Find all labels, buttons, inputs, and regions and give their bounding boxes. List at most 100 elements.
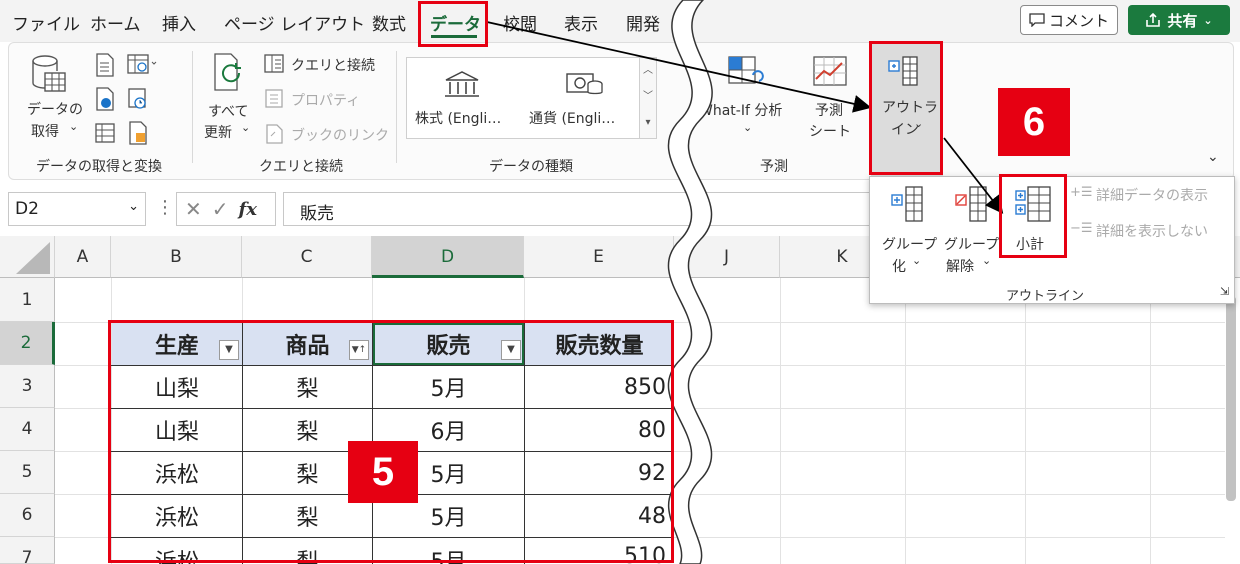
queries-group-title: クエリと接続 (259, 159, 343, 175)
forecast-group-title: 予測 (760, 159, 788, 175)
outline-settings-launcher-icon[interactable]: ⇲ (1220, 285, 1229, 298)
queries-connections-label[interactable]: クエリと接続 (291, 55, 375, 75)
comment-icon (1029, 13, 1045, 27)
properties-icon (265, 89, 283, 108)
from-table-icon[interactable] (94, 87, 116, 111)
get-data-chevron-icon[interactable]: ⌄ (69, 120, 78, 133)
get-data-icon (32, 55, 66, 92)
ungroup-label-1[interactable]: グループ (944, 234, 999, 254)
tab-developer[interactable]: 開発 (626, 10, 660, 35)
column-header-d[interactable]: D (372, 236, 524, 278)
row-header-3[interactable]: 3 (0, 365, 55, 408)
currency-icon (566, 73, 603, 95)
collapse-ribbon-chevron-icon[interactable]: ⌄ (1207, 149, 1219, 165)
column-header-e[interactable]: E (524, 236, 674, 278)
ungroup-chevron-icon[interactable]: ⌄ (982, 254, 991, 267)
name-box[interactable]: D2 ⌄ (8, 192, 146, 226)
what-if-analysis-label[interactable]: What-If 分析 (699, 100, 782, 120)
column-header-b[interactable]: B (111, 236, 242, 278)
row-header-7[interactable]: 7 (0, 537, 55, 564)
row-header-6[interactable]: 6 (0, 494, 55, 537)
row-header-1[interactable]: 1 (0, 278, 55, 322)
hide-detail-label: 詳細を表示しない (1096, 224, 1208, 240)
name-box-chevron-icon[interactable]: ⌄ (128, 199, 139, 214)
stocks-data-type[interactable]: 株式 (Engli… (415, 108, 501, 128)
tab-review[interactable]: 校閲 (503, 10, 537, 35)
gridline (905, 278, 906, 564)
name-box-value: D2 (15, 199, 39, 219)
group-separator (192, 51, 193, 163)
what-if-analysis-icon (728, 56, 764, 84)
refresh-all-label-1[interactable]: すべて (208, 101, 248, 121)
forecast-sheet-label-2[interactable]: シート (809, 121, 851, 141)
outline-group-title: アウトライン (1006, 289, 1085, 304)
select-all-triangle-icon (16, 242, 50, 274)
group-label-2[interactable]: 化 (892, 256, 906, 276)
comments-label: コメント (1048, 11, 1109, 30)
row-header-2[interactable]: 2 (0, 322, 55, 365)
vertical-scrollbar-thumb[interactable] (1226, 296, 1236, 501)
properties-label: プロパティ (291, 93, 361, 109)
row-header-5[interactable]: 5 (0, 451, 55, 494)
share-label: 共有 (1167, 11, 1198, 30)
tab-page-layout[interactable]: ページ レイアウト (224, 10, 365, 35)
ungroup-icon (955, 186, 987, 222)
share-dropdown-chevron-icon[interactable]: ⌄ (1203, 14, 1212, 27)
highlight-subtotal-button (999, 174, 1067, 258)
column-header-j[interactable]: J (674, 236, 780, 278)
insert-function-icon[interactable]: fx (239, 199, 257, 220)
step-badge-6: 6 (998, 88, 1070, 156)
show-detail-icon: +☰ (1070, 185, 1093, 200)
group-label-1[interactable]: グループ (882, 234, 937, 254)
currency-data-type[interactable]: 通貨 (Engli… (529, 108, 615, 128)
show-detail-label: 詳細データの表示 (1096, 188, 1208, 204)
edit-links-icon (266, 124, 283, 144)
tab-home[interactable]: ホーム (90, 10, 141, 35)
get-data-label-2[interactable]: 取得 (31, 121, 59, 141)
column-header-c[interactable]: C (242, 236, 372, 278)
select-all-corner[interactable] (0, 236, 55, 278)
recent-sources-icon[interactable] (127, 87, 149, 111)
more-options-icon[interactable]: ⋮ (156, 197, 174, 218)
group-separator (396, 51, 397, 163)
tab-insert[interactable]: 挿入 (162, 10, 196, 35)
gridline (780, 278, 781, 564)
refresh-all-icon (214, 53, 241, 91)
gridline (1150, 278, 1151, 564)
from-web-icon[interactable] (127, 53, 157, 77)
tab-file[interactable]: ファイル (12, 10, 80, 35)
row-header-4[interactable]: 4 (0, 408, 55, 451)
get-data-label-1[interactable]: データの (27, 99, 83, 119)
from-range-icon[interactable] (94, 121, 116, 145)
ungroup-label-2[interactable]: 解除 (946, 256, 974, 276)
enter-icon[interactable]: ✓ (212, 197, 229, 221)
data-types-gallery: 株式 (Engli… 通貨 (Engli… (406, 57, 654, 139)
refresh-chevron-icon[interactable]: ⌄ (241, 121, 250, 134)
stocks-icon (445, 71, 479, 97)
share-button[interactable]: 共有 ⌄ (1128, 5, 1230, 35)
edit-links-label: ブックのリンク (291, 128, 389, 144)
tab-view[interactable]: 表示 (564, 10, 598, 35)
tab-formulas[interactable]: 数式 (372, 10, 406, 35)
cancel-icon[interactable]: ✕ (185, 197, 202, 221)
comments-button[interactable]: コメント (1020, 5, 1118, 35)
column-header-a[interactable]: A (55, 236, 111, 278)
group-icon (891, 186, 923, 222)
hide-detail-icon: −☰ (1070, 221, 1093, 236)
formula-bar-controls: ✕ ✓ fx (176, 192, 276, 226)
forecast-sheet-icon (813, 56, 847, 86)
existing-connections-icon[interactable] (127, 121, 149, 145)
step-badge-5: 5 (348, 441, 418, 503)
forecast-sheet-label-1[interactable]: 予測 (815, 100, 843, 120)
what-if-chevron-icon[interactable]: ⌄ (743, 121, 752, 134)
get-transform-group-title: データの取得と変換 (36, 159, 162, 175)
from-text-csv-icon[interactable] (94, 53, 116, 77)
highlight-outline-button (869, 41, 943, 175)
refresh-all-label-2[interactable]: 更新 (204, 122, 232, 142)
data-types-gallery-scroller[interactable]: ︿ ﹀ ▾ (639, 57, 657, 139)
formula-bar-content: 販売 (300, 204, 334, 224)
data-types-group-title: データの種類 (489, 159, 573, 175)
queries-connections-icon (264, 54, 284, 73)
gridline (1025, 278, 1026, 564)
group-chevron-icon[interactable]: ⌄ (912, 254, 921, 267)
